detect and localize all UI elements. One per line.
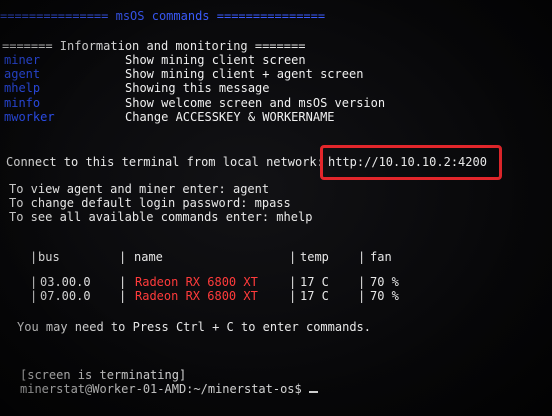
- table-separator: |: [119, 250, 127, 264]
- table-separator: |: [119, 275, 127, 289]
- table-separator: |: [289, 289, 297, 303]
- table-separator: |: [119, 289, 127, 303]
- gpu-row-2-bus: 07.00.0: [40, 289, 91, 303]
- gpu-row-1-temp: 17 C: [300, 275, 329, 289]
- command-mworker-description: Change ACCESSKEY & WORKERNAME: [125, 110, 335, 124]
- shell-prompt-line[interactable]: minerstat@Worker-01-AMD:~/minerstat-os$: [20, 382, 318, 396]
- text-cursor: [309, 391, 318, 393]
- table-separator: |: [30, 289, 38, 303]
- commands-title: =============== msOS commands ==========…: [0, 9, 326, 23]
- table-separator: |: [358, 289, 366, 303]
- network-connect-label: Connect to this terminal from local netw…: [6, 155, 324, 169]
- table-header-temp: temp: [300, 250, 329, 264]
- gpu-row-1-fan: 70 %: [370, 275, 399, 289]
- table-separator: |: [358, 275, 366, 289]
- tip-view-agent: To view agent and miner enter: agent: [9, 182, 270, 196]
- command-minfo-description: Show welcome screen and msOS version: [125, 96, 386, 110]
- table-header-fan: fan: [370, 250, 392, 264]
- info-section-heading: ======= Information and monitoring =====…: [2, 39, 306, 53]
- tip-change-password: To change default login password: mpass: [9, 196, 291, 210]
- command-agent-description: Show mining client + agent screen: [125, 67, 364, 81]
- tip-see-commands: To see all available commands enter: mhe…: [9, 210, 313, 224]
- command-agent: agent: [4, 67, 41, 81]
- table-separator: |: [30, 250, 38, 264]
- command-miner-description: Show mining client screen: [125, 53, 306, 67]
- screen-status: [screen is terminating]: [20, 368, 187, 382]
- table-separator: |: [289, 250, 297, 264]
- gpu-row-1-bus: 03.00.0: [40, 275, 91, 289]
- terminal-screen[interactable]: =============== msOS commands ==========…: [0, 0, 552, 416]
- network-url[interactable]: http://10.10.10.2:4200: [328, 155, 487, 169]
- table-separator: |: [358, 250, 366, 264]
- gpu-row-2-name: Radeon RX 6800 XT: [135, 289, 258, 303]
- command-miner: miner: [4, 53, 41, 67]
- ctrl-c-message: You may need to Press Ctrl + C to enter …: [17, 320, 372, 334]
- command-mhelp: mhelp: [4, 81, 41, 95]
- table-separator: |: [30, 275, 38, 289]
- gpu-row-2-fan: 70 %: [370, 289, 399, 303]
- gpu-row-2-temp: 17 C: [300, 289, 329, 303]
- table-header-name: name: [134, 250, 163, 264]
- shell-prompt: minerstat@Worker-01-AMD:~/minerstat-os$: [20, 382, 302, 396]
- table-header-bus: bus: [38, 250, 60, 264]
- table-separator: |: [289, 275, 297, 289]
- command-mworker: mworker: [4, 110, 55, 124]
- command-mhelp-description: Showing this message: [125, 81, 270, 95]
- command-minfo: minfo: [4, 96, 41, 110]
- gpu-row-1-name: Radeon RX 6800 XT: [135, 275, 258, 289]
